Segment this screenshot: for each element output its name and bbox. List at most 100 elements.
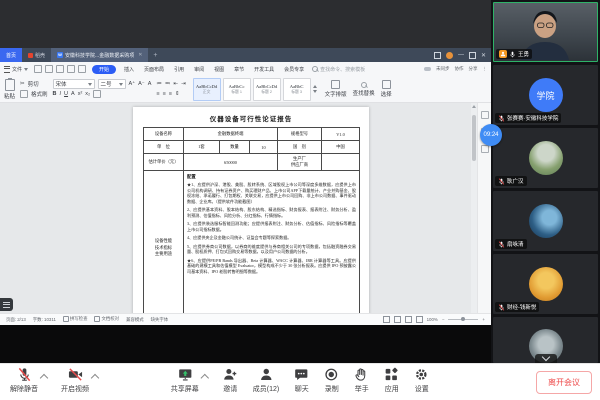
align-left-icon[interactable]: ≡: [156, 91, 159, 97]
apps-button[interactable]: 应用: [384, 367, 399, 394]
participant-tile[interactable]: 耿广汉: [493, 128, 598, 188]
close-icon[interactable]: ✕: [481, 52, 486, 59]
meeting-duration-badge[interactable]: 09:24: [480, 124, 502, 146]
collapse-panel-button[interactable]: [535, 354, 557, 363]
redo-icon[interactable]: [78, 65, 86, 73]
bookmark-icon[interactable]: [481, 145, 489, 153]
invite-button[interactable]: 邀请: [223, 367, 238, 394]
cut-label[interactable]: 剪切: [28, 80, 39, 88]
file-menu[interactable]: 文件: [4, 66, 28, 73]
participant-tile-partial[interactable]: [493, 317, 598, 363]
wps-docer-tab[interactable]: 稻壳: [22, 48, 51, 62]
scrollbar-thumb[interactable]: [472, 115, 476, 161]
menu-tab-insert[interactable]: 插入: [122, 65, 136, 74]
font-family-select[interactable]: 宋体: [53, 79, 95, 89]
menu-tab-references[interactable]: 引用: [172, 65, 186, 74]
chat-button[interactable]: 聊天: [294, 367, 309, 394]
share-screen-button[interactable]: 共享屏幕: [171, 367, 199, 394]
navigation-float-icon[interactable]: [0, 298, 13, 311]
restore-icon[interactable]: [469, 52, 476, 59]
bullet-list-icon[interactable]: ≔: [156, 81, 162, 87]
settings-button[interactable]: 设置: [414, 367, 429, 394]
doc-proof[interactable]: 文档校对: [94, 316, 119, 322]
command-search[interactable]: 查找命令、搜索模板: [312, 66, 365, 73]
collaborate-button[interactable]: 协作: [455, 66, 464, 72]
comment-icon[interactable]: [481, 111, 489, 119]
close-tab-icon[interactable]: ✕: [138, 52, 142, 58]
find-replace-tool[interactable]: 查找替换: [353, 78, 375, 100]
minimize-icon[interactable]: —: [458, 52, 464, 58]
cut-icon[interactable]: ✂: [20, 81, 25, 87]
superscript-button[interactable]: x²: [78, 91, 83, 97]
italic-button[interactable]: I: [60, 91, 62, 97]
format-painter-icon[interactable]: [20, 90, 28, 98]
style-heading3[interactable]: AaBbC标题 3: [283, 78, 311, 101]
line-spacing-icon[interactable]: ⇕: [175, 91, 180, 97]
font-size-select[interactable]: 二号: [98, 79, 126, 89]
fullscreen-view-icon[interactable]: [416, 316, 423, 323]
paste-button[interactable]: 粘贴: [4, 78, 15, 100]
menu-tab-section[interactable]: 章节: [232, 65, 246, 74]
participant-tile[interactable]: 扇咏清: [493, 191, 598, 251]
undo-icon[interactable]: [67, 65, 75, 73]
grow-font-button[interactable]: A⁺: [129, 81, 136, 87]
zoom-out-button[interactable]: −: [442, 317, 445, 322]
raise-hand-button[interactable]: 举手: [354, 367, 369, 394]
mic-options-chevron[interactable]: [40, 374, 48, 382]
zoom-in-button[interactable]: +: [482, 317, 485, 322]
menu-tab-view[interactable]: 视图: [212, 65, 226, 74]
menu-tab-devtools[interactable]: 开发工具: [252, 65, 276, 74]
account-avatar[interactable]: [446, 52, 453, 59]
align-right-icon[interactable]: ≡: [169, 91, 172, 97]
video-options-chevron[interactable]: [91, 374, 99, 382]
shrink-font-button[interactable]: A⁻: [138, 81, 145, 87]
participant-tile[interactable]: 学院 张赛赛·安徽科技学院: [493, 65, 598, 125]
outline-view-icon[interactable]: [394, 316, 401, 323]
align-center-icon[interactable]: ≡: [163, 91, 166, 97]
save-icon[interactable]: [34, 65, 42, 73]
menu-tab-page-layout[interactable]: 页面布局: [142, 65, 166, 74]
format-painter-label[interactable]: 格式刷: [31, 90, 48, 98]
menu-tab-home[interactable]: 开始: [92, 65, 116, 74]
typeset-tool[interactable]: 文字排版: [325, 78, 347, 100]
highlight-button[interactable]: [93, 90, 101, 98]
share-button[interactable]: 分享: [469, 66, 478, 72]
scroll-up-icon[interactable]: [472, 105, 476, 108]
style-normal[interactable]: AaBbCcDd正文: [193, 78, 221, 101]
zoom-slider[interactable]: [448, 319, 478, 320]
gallery-scroll[interactable]: [313, 85, 317, 93]
participant-tile[interactable]: 财经-钱新悦: [493, 254, 598, 314]
web-view-icon[interactable]: [405, 316, 412, 323]
spell-check[interactable]: 拼写检查: [63, 316, 88, 322]
more-icon[interactable]: ⋮: [483, 66, 488, 72]
leave-meeting-button[interactable]: 离开会议: [536, 371, 592, 394]
outdent-icon[interactable]: ⇥: [181, 81, 186, 87]
print-icon[interactable]: [45, 65, 53, 73]
underline-button[interactable]: U: [64, 91, 68, 97]
sync-status[interactable]: 未同步: [436, 66, 450, 72]
clear-format-button[interactable]: A: [148, 81, 152, 87]
unmute-button[interactable]: 解除静音: [10, 367, 38, 394]
zoom-level[interactable]: 100%: [427, 317, 438, 322]
style-heading2[interactable]: AaBbCcDd标题 2: [253, 78, 281, 101]
start-video-button[interactable]: 开启视频: [61, 367, 89, 394]
font-color-button[interactable]: A: [71, 91, 75, 97]
record-button[interactable]: 录制: [324, 367, 339, 394]
layout-icon[interactable]: [434, 52, 441, 59]
subscript-button[interactable]: x₂: [85, 91, 90, 97]
bold-button[interactable]: B: [53, 91, 57, 97]
indent-icon[interactable]: ⇤: [173, 81, 178, 87]
members-button[interactable]: 成员(12): [253, 367, 279, 394]
menu-tab-review[interactable]: 审阅: [192, 65, 206, 74]
preview-icon[interactable]: [56, 65, 64, 73]
zoom-slider-knob[interactable]: [461, 317, 465, 321]
view-mode-icon[interactable]: [383, 316, 390, 323]
number-list-icon[interactable]: ≕: [165, 81, 171, 87]
wps-home-tab[interactable]: 首页: [0, 48, 22, 62]
wps-document-tab[interactable]: W 安徽科技学院...金融数据采购项 ✕: [51, 48, 148, 62]
missing-font[interactable]: 缺失字体: [151, 317, 169, 323]
style-heading1[interactable]: AaBbCc标题 1: [223, 78, 251, 101]
new-tab-button[interactable]: +: [148, 48, 162, 62]
share-options-chevron[interactable]: [201, 374, 209, 382]
select-tool[interactable]: 选择: [381, 78, 392, 100]
